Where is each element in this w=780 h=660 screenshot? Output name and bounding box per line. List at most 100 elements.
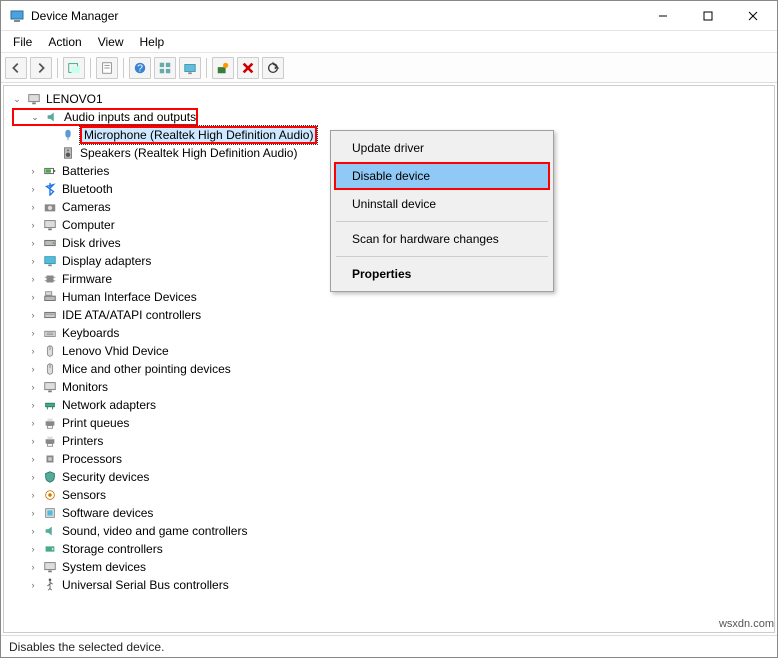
spk-label: Speakers (Realtek High Definition Audio) (80, 146, 297, 160)
window-title: Device Manager (31, 9, 640, 23)
tree-audio[interactable]: ⌄ Audio inputs and outputs (12, 108, 198, 126)
tree-root[interactable]: ⌄ LENOVO1 (12, 90, 766, 108)
mouse-icon (42, 361, 58, 377)
expand-icon[interactable]: › (28, 472, 38, 482)
expand-icon[interactable]: › (28, 202, 38, 212)
label: Security devices (62, 470, 149, 484)
label: Batteries (62, 164, 109, 178)
menu-help[interactable]: Help (132, 33, 173, 51)
tree-printers[interactable]: › Printers (12, 432, 766, 450)
tree-software[interactable]: ›Software devices (12, 504, 766, 522)
menu-view[interactable]: View (90, 33, 132, 51)
ctx-disable-device[interactable]: Disable device (334, 162, 550, 190)
ctx-separator (336, 256, 548, 257)
maximize-button[interactable] (685, 2, 730, 30)
expand-icon[interactable]: › (28, 526, 38, 536)
tree-storage[interactable]: ›Storage controllers (12, 540, 766, 558)
properties-button[interactable] (96, 57, 118, 79)
ctx-scan-hardware[interactable]: Scan for hardware changes (334, 225, 550, 253)
audio-label: Audio inputs and outputs (64, 110, 196, 124)
label: Network adapters (62, 398, 156, 412)
update-driver-button[interactable] (179, 57, 201, 79)
tree-printq[interactable]: › Print queues (12, 414, 766, 432)
tree-sound[interactable]: ›Sound, video and game controllers (12, 522, 766, 540)
collapse-icon[interactable]: ⌄ (12, 94, 22, 105)
add-legacy-button[interactable] (212, 57, 234, 79)
expand-icon[interactable]: › (28, 166, 38, 176)
expand-icon[interactable]: › (28, 436, 38, 446)
toolbar-separator (57, 58, 58, 78)
expand-icon[interactable]: › (28, 508, 38, 518)
scan-button[interactable] (262, 57, 284, 79)
toolbar: ? (1, 53, 777, 83)
label: Cameras (62, 200, 111, 214)
tree-mice[interactable]: ›Mice and other pointing devices (12, 360, 766, 378)
expand-icon[interactable]: › (28, 544, 38, 554)
ctx-uninstall-device[interactable]: Uninstall device (334, 190, 550, 218)
expand-icon[interactable]: › (28, 238, 38, 248)
expand-icon[interactable]: › (28, 292, 38, 302)
label: Display adapters (62, 254, 151, 268)
titlebar: Device Manager (1, 1, 777, 31)
printer-icon (42, 433, 58, 449)
ctx-properties[interactable]: Properties (334, 260, 550, 288)
expand-icon[interactable]: › (28, 310, 38, 320)
expand-icon[interactable]: › (28, 364, 38, 374)
ide-icon (42, 307, 58, 323)
label: Monitors (62, 380, 108, 394)
printer-icon (42, 415, 58, 431)
close-button[interactable] (730, 2, 775, 30)
uninstall-button[interactable] (237, 57, 259, 79)
tree-sensors[interactable]: › Sensors (12, 486, 766, 504)
label: Sensors (62, 488, 106, 502)
expand-icon[interactable]: › (28, 454, 38, 464)
expand-icon[interactable]: › (28, 184, 38, 194)
tree-network[interactable]: › Network adapters (12, 396, 766, 414)
expand-icon[interactable]: › (28, 400, 38, 410)
speaker-icon (60, 145, 76, 161)
menubar: File Action View Help (1, 31, 777, 53)
forward-button[interactable] (30, 57, 52, 79)
tree-system[interactable]: ›System devices (12, 558, 766, 576)
expand-icon[interactable]: › (28, 256, 38, 266)
sound-icon (42, 523, 58, 539)
expand-icon[interactable]: › (28, 580, 38, 590)
label: IDE ATA/ATAPI controllers (62, 308, 201, 322)
expand-icon[interactable]: › (28, 328, 38, 338)
expand-icon[interactable]: › (28, 490, 38, 500)
minimize-button[interactable] (640, 2, 685, 30)
tree-keyboards[interactable]: ›Keyboards (12, 324, 766, 342)
expand-icon[interactable]: › (28, 418, 38, 428)
menu-action[interactable]: Action (40, 33, 89, 51)
ctx-update-driver[interactable]: Update driver (334, 134, 550, 162)
details-button[interactable] (154, 57, 176, 79)
tree-lenovo-vhid[interactable]: ›Lenovo Vhid Device (12, 342, 766, 360)
label: Human Interface Devices (62, 290, 197, 304)
collapse-icon[interactable]: ⌄ (30, 112, 40, 123)
expand-icon[interactable]: › (28, 346, 38, 356)
tree-monitors[interactable]: › Monitors (12, 378, 766, 396)
watermark: wsxdn.com (719, 618, 774, 630)
statusbar: Disables the selected device. (1, 635, 777, 657)
back-button[interactable] (5, 57, 27, 79)
menu-file[interactable]: File (5, 33, 40, 51)
tree-security[interactable]: › Security devices (12, 468, 766, 486)
show-hidden-button[interactable] (63, 57, 85, 79)
status-text: Disables the selected device. (9, 640, 164, 654)
expand-icon[interactable]: › (28, 562, 38, 572)
tree-processors[interactable]: ›Processors (12, 450, 766, 468)
storage-icon (42, 541, 58, 557)
help-button[interactable]: ? (129, 57, 151, 79)
expand-icon[interactable]: › (28, 274, 38, 284)
expand-icon[interactable]: › (28, 220, 38, 230)
tree-ide[interactable]: › IDE ATA/ATAPI controllers (12, 306, 766, 324)
label: Print queues (62, 416, 129, 430)
label: Printers (62, 434, 103, 448)
computer-icon (26, 91, 42, 107)
toolbar-separator (123, 58, 124, 78)
ctx-separator (336, 221, 548, 222)
toolbar-separator (90, 58, 91, 78)
expand-icon[interactable]: › (28, 382, 38, 392)
tree-usb[interactable]: ›Universal Serial Bus controllers (12, 576, 766, 594)
context-menu: Update driver Disable device Uninstall d… (330, 130, 554, 292)
